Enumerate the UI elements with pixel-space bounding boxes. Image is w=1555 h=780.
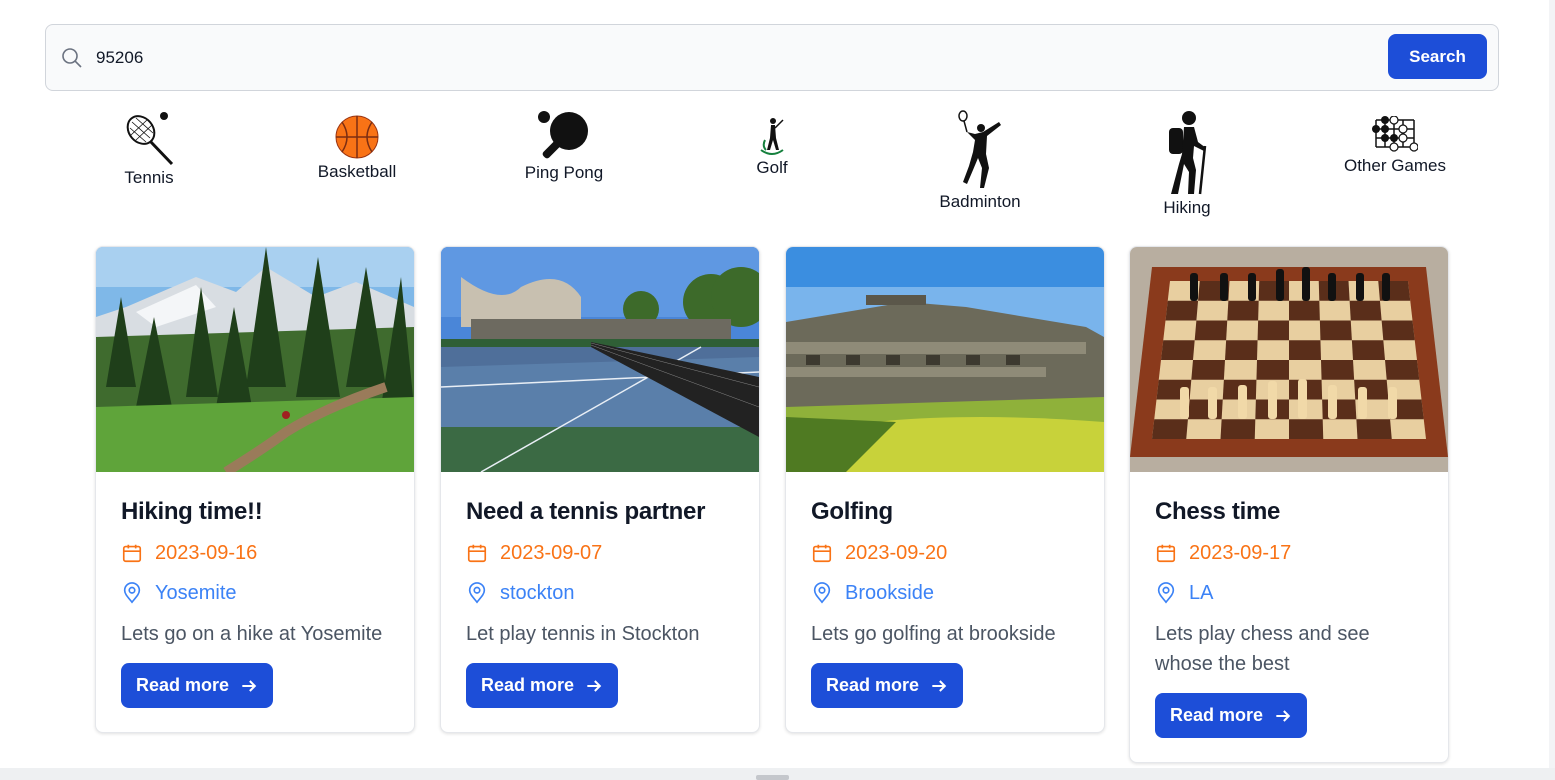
calendar-icon: [812, 544, 832, 563]
card-location: Brookside: [811, 580, 1079, 606]
read-more-label: Read more: [826, 675, 920, 695]
arrow-right-icon: [242, 679, 257, 692]
card-description: Let play tennis in Stockton: [466, 623, 700, 645]
card-body: Need a tennis partner 2023-09-07 stockto…: [441, 472, 759, 732]
event-card: Chess time 2023-09-17 LA Lets play chess…: [1129, 246, 1449, 763]
card-date: 2023-09-17: [1155, 540, 1423, 566]
location-pin-icon: [468, 582, 486, 604]
category-label: Golf: [756, 158, 788, 177]
card-location-text: Brookside: [845, 581, 934, 604]
card-location-text: Yosemite: [155, 581, 237, 604]
page-scrollbar-track: [1549, 0, 1555, 768]
card-date-text: 2023-09-07: [500, 541, 603, 564]
card-date-text: 2023-09-17: [1189, 541, 1292, 564]
card-location: stockton: [466, 580, 734, 606]
card-description: Lets play chess and see whose the best: [1155, 623, 1370, 675]
card-date: 2023-09-07: [466, 540, 734, 566]
mountain-trail-photo: [96, 247, 414, 472]
event-card: Golfing 2023-09-20 Brookside Lets go gol…: [785, 246, 1105, 733]
event-card: Need a tennis partner 2023-09-07 stockto…: [440, 246, 760, 733]
scrollbar-handle[interactable]: [756, 775, 789, 780]
card-location: LA: [1155, 580, 1423, 606]
read-more-label: Read more: [481, 675, 575, 695]
card-description: Lets go on a hike at Yosemite: [121, 623, 383, 645]
calendar-icon: [467, 544, 487, 563]
location-pin-icon: [813, 582, 831, 604]
horizontal-scrollbar[interactable]: [0, 768, 1555, 780]
golfer-icon: [760, 118, 784, 155]
card-title: Chess time: [1155, 498, 1281, 525]
category-label: Basketball: [317, 162, 397, 181]
category-label: Other Games: [1343, 156, 1447, 175]
category-tennis[interactable]: Tennis: [74, 110, 224, 188]
category-ping-pong[interactable]: Ping Pong: [489, 109, 639, 183]
category-golf[interactable]: Golf: [697, 116, 847, 178]
search-icon: [62, 48, 82, 68]
category-basketball[interactable]: Basketball: [282, 114, 432, 182]
go-board-icon: [1372, 116, 1418, 152]
card-location-text: LA: [1189, 581, 1214, 604]
arrow-right-icon: [587, 679, 602, 692]
card-date-text: 2023-09-16: [155, 541, 258, 564]
card-description: Lets go golfing at brookside: [811, 623, 1056, 645]
card-body: Golfing 2023-09-20 Brookside Lets go gol…: [786, 472, 1104, 732]
event-card: Hiking time!! 2023-09-16 Yosemite Lets g…: [95, 246, 415, 733]
card-title: Need a tennis partner: [466, 498, 706, 525]
category-label: Tennis: [124, 168, 174, 187]
tennis-court-photo: [441, 247, 759, 472]
golf-clubhouse-photo: [786, 247, 1104, 472]
card-body: Hiking time!! 2023-09-16 Yosemite Lets g…: [96, 472, 414, 732]
read-more-button[interactable]: Read more: [466, 663, 619, 708]
category-label: Badminton: [939, 192, 1021, 211]
category-label: Hiking: [1163, 198, 1211, 217]
card-title: Hiking time!!: [121, 498, 263, 525]
search-bar: Search: [45, 24, 1499, 91]
card-title: Golfing: [811, 498, 893, 525]
location-pin-icon: [123, 582, 141, 604]
basketball-icon: [335, 115, 379, 159]
category-badminton[interactable]: Badminton: [905, 110, 1055, 212]
badminton-player-icon: [958, 110, 1001, 188]
read-more-label: Read more: [136, 675, 230, 695]
read-more-label: Read more: [1170, 705, 1264, 725]
calendar-icon: [122, 544, 142, 563]
read-more-button[interactable]: Read more: [1155, 693, 1308, 738]
calendar-icon: [1156, 544, 1176, 563]
tennis-racket-icon: [126, 112, 174, 166]
card-date: 2023-09-20: [811, 540, 1079, 566]
category-bar: Tennis Basketball Ping Pong Golf Badmint…: [45, 100, 1499, 230]
arrow-right-icon: [1276, 709, 1291, 722]
card-date-text: 2023-09-20: [845, 541, 948, 564]
ping-pong-paddle-icon: [538, 111, 588, 159]
chess-board-photo: [1130, 247, 1448, 472]
arrow-right-icon: [932, 679, 947, 692]
card-body: Chess time 2023-09-17 LA Lets play chess…: [1130, 472, 1448, 762]
read-more-button[interactable]: Read more: [121, 663, 274, 708]
read-more-button[interactable]: Read more: [811, 663, 964, 708]
card-date: 2023-09-16: [121, 540, 389, 566]
page: Search Tennis: [0, 0, 1555, 780]
card-location-text: stockton: [500, 581, 575, 604]
category-hiking[interactable]: Hiking: [1112, 110, 1262, 218]
location-pin-icon: [1157, 582, 1175, 604]
search-input[interactable]: [96, 42, 1376, 74]
card-location: Yosemite: [121, 580, 389, 606]
hiker-icon: [1169, 111, 1207, 195]
category-other-games[interactable]: Other Games: [1320, 116, 1470, 176]
category-label: Ping Pong: [524, 163, 604, 182]
search-button[interactable]: Search: [1388, 34, 1487, 79]
